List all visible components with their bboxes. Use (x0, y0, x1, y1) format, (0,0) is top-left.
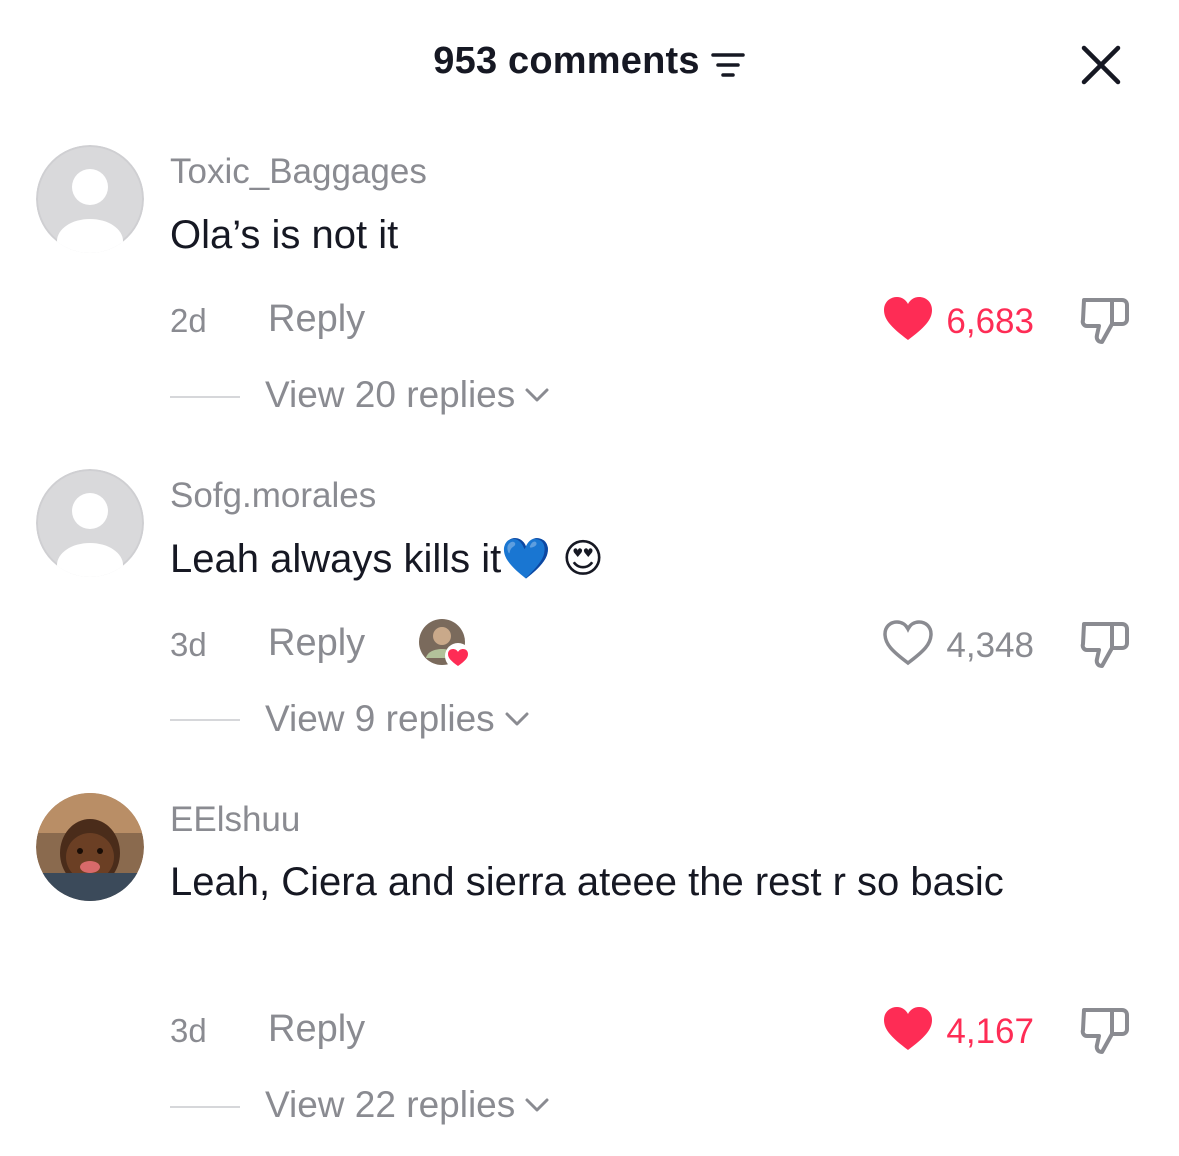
comment-text: Leah, Ciera and sierra ateee the rest r … (170, 860, 1004, 904)
comment-username[interactable]: Sofg.morales (170, 476, 376, 516)
comment-username[interactable]: EElshuu (170, 800, 300, 840)
dislike-icon[interactable] (1078, 294, 1134, 346)
heart-outline-icon (882, 620, 934, 671)
chevron-down-icon (525, 388, 549, 402)
view-replies-button[interactable]: View 9 replies (265, 698, 531, 740)
reply-button[interactable]: Reply (268, 298, 365, 341)
view-replies-button[interactable]: View 22 replies (265, 1084, 551, 1126)
avatar[interactable] (36, 469, 144, 577)
reply-button[interactable]: Reply (268, 1008, 365, 1051)
view-replies-label: View 20 replies (265, 374, 516, 415)
sort-filter-icon[interactable] (710, 47, 746, 77)
view-replies-label: View 22 replies (265, 1084, 516, 1125)
comment-time: 2d (170, 302, 207, 339)
comment-time: 3d (170, 626, 207, 663)
comments-header: 953 comments (0, 0, 1179, 128)
heart-filled-icon (882, 296, 934, 347)
comment-text: Leah always kills it💙 😍 (170, 537, 604, 581)
dislike-icon[interactable] (1078, 1004, 1134, 1056)
comment-username[interactable]: Toxic_Baggages (170, 152, 427, 192)
chevron-down-icon (505, 712, 529, 726)
like-button[interactable]: 4,348 (882, 620, 1034, 671)
like-count: 4,348 (946, 625, 1034, 665)
view-replies-label: View 9 replies (265, 698, 495, 739)
creator-liked-badge (418, 618, 474, 674)
replies-divider-line (170, 719, 240, 721)
avatar[interactable] (36, 793, 144, 901)
dislike-icon[interactable] (1078, 618, 1134, 670)
like-button[interactable]: 4,167 (882, 1006, 1034, 1057)
view-replies-button[interactable]: View 20 replies (265, 374, 551, 416)
like-count: 6,683 (946, 301, 1034, 341)
like-count: 4,167 (946, 1011, 1034, 1051)
heart-filled-icon (882, 1006, 934, 1057)
replies-divider-line (170, 1106, 240, 1108)
comment-text: Ola’s is not it (170, 213, 399, 257)
reply-button[interactable]: Reply (268, 622, 365, 665)
comments-count-title: 953 comments (433, 40, 700, 82)
chevron-down-icon (525, 1098, 549, 1112)
replies-divider-line (170, 396, 240, 398)
like-button[interactable]: 6,683 (882, 296, 1034, 347)
comment-time: 3d (170, 1012, 207, 1049)
close-icon[interactable] (1078, 42, 1124, 88)
avatar[interactable] (36, 145, 144, 253)
comments-title-row: 953 comments (0, 40, 1179, 83)
